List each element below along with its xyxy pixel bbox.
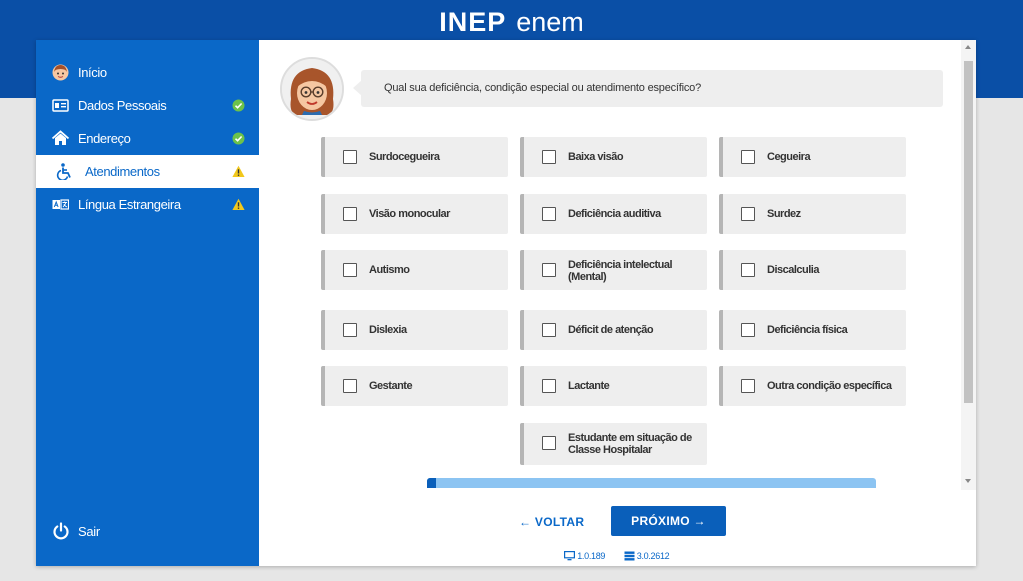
- option-checkbox[interactable]: [542, 150, 556, 164]
- warning-icon: [232, 198, 245, 211]
- home-icon: [51, 130, 70, 147]
- option-label: Discalculia: [767, 264, 819, 276]
- main-content: Qual sua deficiência, condição especial …: [259, 40, 976, 566]
- option-cegueira[interactable]: Cegueira: [719, 137, 906, 177]
- option-surdez[interactable]: Surdez: [719, 194, 906, 234]
- option-label: Estudante em situação de Classe Hospital…: [568, 432, 692, 456]
- option-deficit-de-atencao[interactable]: Déficit de atenção: [520, 310, 707, 350]
- translate-icon: [52, 196, 70, 213]
- user-avatar-icon: [52, 64, 69, 81]
- option-checkbox[interactable]: [741, 150, 755, 164]
- power-icon: [52, 522, 70, 540]
- option-checkbox[interactable]: [542, 436, 556, 450]
- option-deficiencia-intelectual[interactable]: Deficiência intelectual (Mental): [520, 250, 707, 290]
- option-baixa-visao[interactable]: Baixa visão: [520, 137, 707, 177]
- sidebar-item-label: Dados Pessoais: [78, 98, 167, 113]
- app-version: 1.0.189: [577, 550, 606, 561]
- option-label: Outra condição específica: [767, 380, 892, 392]
- progress-bar: [427, 478, 876, 488]
- option-checkbox[interactable]: [343, 263, 357, 277]
- option-label: Deficiência auditiva: [568, 208, 661, 220]
- check-circle-icon: [232, 99, 245, 112]
- option-checkbox[interactable]: [741, 323, 755, 337]
- next-button[interactable]: PRÓXIMO →: [611, 506, 726, 536]
- sidebar-item-endereco[interactable]: Endereço: [36, 122, 259, 155]
- option-checkbox[interactable]: [741, 379, 755, 393]
- option-label: Surdocegueira: [369, 151, 440, 163]
- option-checkbox[interactable]: [741, 207, 755, 221]
- sidebar-item-label: Atendimentos: [85, 164, 160, 179]
- option-checkbox[interactable]: [542, 263, 556, 277]
- option-label: Visão monocular: [369, 208, 450, 220]
- sidebar-item-dados-pessoais[interactable]: Dados Pessoais: [36, 89, 259, 122]
- option-label: Deficiência intelectual (Mental): [568, 259, 673, 283]
- option-label: Dislexia: [369, 324, 407, 336]
- sidebar: Início Dados Pessoais Endereço Atendimen…: [36, 40, 259, 566]
- option-dislexia[interactable]: Dislexia: [321, 310, 508, 350]
- scroll-up-icon[interactable]: [965, 45, 971, 49]
- option-label: Baixa visão: [568, 151, 624, 163]
- option-label: Déficit de atenção: [568, 324, 654, 336]
- back-button[interactable]: ← VOLTAR: [519, 514, 584, 530]
- option-discalculia[interactable]: Discalculia: [719, 250, 906, 290]
- question-text: Qual sua deficiência, condição especial …: [384, 82, 702, 94]
- scrollbar-thumb[interactable]: [964, 61, 973, 403]
- option-checkbox[interactable]: [542, 323, 556, 337]
- option-classe-hospitalar[interactable]: Estudante em situação de Classe Hospital…: [520, 423, 707, 465]
- scroll-down-icon[interactable]: [965, 479, 971, 483]
- option-checkbox[interactable]: [542, 379, 556, 393]
- logo-enem: enem: [516, 7, 584, 37]
- option-outra-condicao[interactable]: Outra condição específica: [719, 366, 906, 406]
- option-checkbox[interactable]: [343, 150, 357, 164]
- logout-label: Sair: [78, 524, 100, 539]
- option-deficiencia-fisica[interactable]: Deficiência física: [719, 310, 906, 350]
- option-visao-monocular[interactable]: Visão monocular: [321, 194, 508, 234]
- option-checkbox[interactable]: [741, 263, 755, 277]
- sidebar-item-label: Endereço: [78, 131, 131, 146]
- sidebar-item-atendimentos[interactable]: Atendimentos: [36, 155, 259, 188]
- main-window: Início Dados Pessoais Endereço Atendimen…: [36, 40, 976, 566]
- option-label: Gestante: [369, 380, 413, 392]
- option-label: Cegueira: [767, 151, 811, 163]
- sidebar-item-inicio[interactable]: Início: [36, 56, 259, 89]
- sidebar-item-label: Língua Estrangeira: [78, 197, 181, 212]
- option-deficiencia-auditiva[interactable]: Deficiência auditiva: [520, 194, 707, 234]
- monitor-icon: [564, 550, 576, 561]
- inep-enem-logo: INEP enem: [0, 8, 1023, 36]
- wheelchair-icon: [56, 163, 73, 181]
- question-bubble: Qual sua deficiência, condição especial …: [353, 70, 943, 107]
- option-label: Surdez: [767, 208, 801, 220]
- sidebar-item-label: Início: [78, 65, 107, 80]
- database-icon: [624, 550, 635, 561]
- assistant-avatar: [280, 57, 344, 121]
- option-autismo[interactable]: Autismo: [321, 250, 508, 290]
- option-checkbox[interactable]: [542, 207, 556, 221]
- vertical-scrollbar[interactable]: [961, 40, 976, 490]
- progress-fill: [427, 478, 436, 488]
- version-info: 1.0.189 3.0.2612: [564, 550, 670, 564]
- option-surdocegueira[interactable]: Surdocegueira: [321, 137, 508, 177]
- option-lactante[interactable]: Lactante: [520, 366, 707, 406]
- sidebar-item-lingua-estrangeira[interactable]: Língua Estrangeira: [36, 188, 259, 221]
- id-card-icon: [52, 97, 69, 114]
- check-circle-icon: [232, 132, 245, 145]
- option-checkbox[interactable]: [343, 379, 357, 393]
- db-version: 3.0.2612: [636, 550, 670, 561]
- option-label: Lactante: [568, 380, 610, 392]
- option-checkbox[interactable]: [343, 323, 357, 337]
- option-label: Deficiência física: [767, 324, 848, 336]
- option-gestante[interactable]: Gestante: [321, 366, 508, 406]
- option-label: Autismo: [369, 264, 410, 276]
- logo-inep: INEP: [439, 7, 507, 37]
- warning-icon: [232, 165, 245, 178]
- option-checkbox[interactable]: [343, 207, 357, 221]
